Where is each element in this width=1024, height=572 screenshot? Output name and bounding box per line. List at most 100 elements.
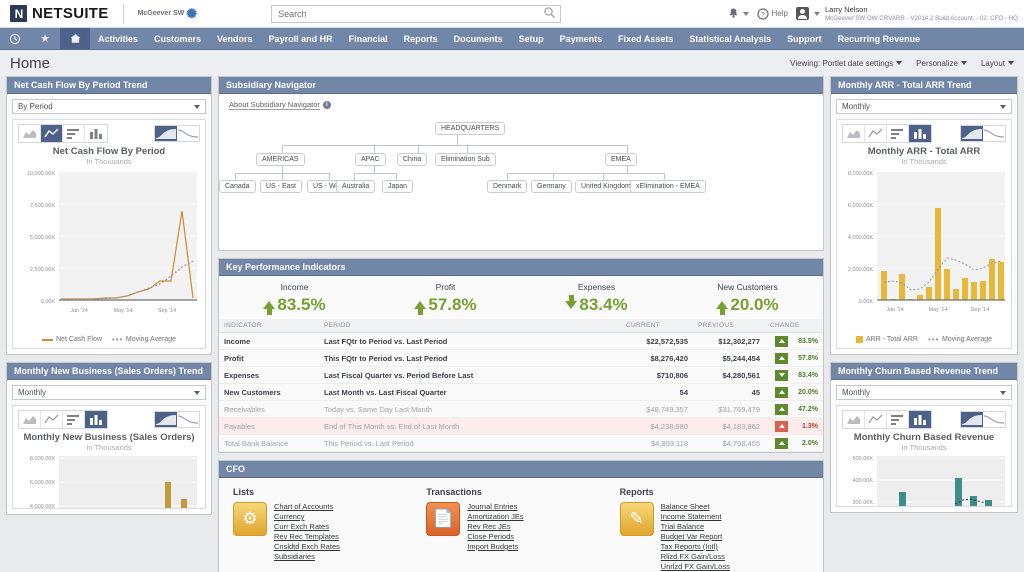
nav-item-customers[interactable]: Customers (146, 28, 209, 49)
nav-item-payments[interactable]: Payments (552, 28, 611, 49)
chart-style-toggle[interactable] (960, 125, 1006, 142)
table-row[interactable]: Receivables Today vs. Same Day Last Mont… (219, 401, 823, 418)
table-row[interactable]: Income Last FQtr to Period vs. Last Peri… (219, 333, 823, 350)
chart-type-area-icon[interactable] (843, 125, 865, 142)
chart-type-line-icon[interactable] (865, 411, 887, 428)
gears-icon[interactable]: ⚙ (233, 502, 267, 536)
personalize-menu[interactable]: Personalize (916, 59, 967, 68)
chart-type-area-icon[interactable] (19, 411, 41, 428)
chart-type-line-icon[interactable] (41, 411, 63, 428)
global-search[interactable] (271, 4, 561, 23)
chart-style-filled-icon[interactable] (961, 126, 983, 141)
cfo-link[interactable]: Tax Reports (Intl) (661, 542, 730, 552)
net-cash-flow-period-select[interactable]: By Period (12, 99, 206, 114)
nav-item-reports[interactable]: Reports (396, 28, 446, 49)
org-node-emea[interactable]: EMEA (605, 153, 637, 166)
search-icon[interactable] (543, 6, 556, 24)
chart-type-hbar-icon[interactable] (63, 411, 85, 428)
chart-style-filled-icon[interactable] (155, 126, 177, 141)
org-node-germany[interactable]: Germany (531, 180, 572, 193)
cfo-link[interactable]: Currency (274, 512, 340, 522)
cfo-link[interactable]: Trial Balance (661, 522, 730, 532)
chart-type-hbar-icon[interactable] (887, 411, 909, 428)
nav-item-payroll-and-hr[interactable]: Payroll and HR (261, 28, 341, 49)
chart-style-toggle[interactable] (960, 411, 1006, 428)
cfo-link[interactable]: Rev Rec JEs (467, 522, 523, 532)
chart-type-column-icon[interactable] (85, 125, 107, 142)
chart-style-outline-icon[interactable] (983, 126, 1005, 141)
chart-style-outline-icon[interactable] (177, 412, 199, 427)
table-row[interactable]: Expenses Last Fiscal Quarter vs. Period … (219, 367, 823, 384)
table-row[interactable]: New Customers Last Month vs. Last Fiscal… (219, 384, 823, 401)
nav-item-statistical-analysis[interactable]: Statistical Analysis (681, 28, 779, 49)
cfo-link[interactable]: Balance Sheet (661, 502, 730, 512)
cfo-link[interactable]: Amortization JEs (467, 512, 523, 522)
recent-icon[interactable] (0, 28, 30, 49)
cfo-link[interactable]: Chart of Accounts (274, 502, 340, 512)
chart-type-hbar-icon[interactable] (63, 125, 85, 142)
chart-type-line-icon[interactable] (865, 125, 887, 142)
org-node-japan[interactable]: Japan (382, 180, 413, 193)
user-menu[interactable]: Larry Nelson McGeever SW OW CRVARR - V20… (796, 5, 1018, 23)
chart-style-outline-icon[interactable] (177, 126, 199, 141)
nav-item-recurring-revenue[interactable]: Recurring Revenue (830, 28, 929, 49)
new-business-period-select[interactable]: Monthly (12, 385, 206, 400)
chart-type-column-icon[interactable] (85, 411, 107, 428)
org-node-us-east[interactable]: US - East (260, 180, 302, 193)
org-node-canada[interactable]: Canada (219, 180, 256, 193)
notifications-menu[interactable] (727, 7, 749, 20)
org-node-denmark[interactable]: Denmark (487, 180, 527, 193)
chart-style-outline-icon[interactable] (983, 412, 1005, 427)
chart-style-toggle[interactable] (154, 411, 200, 428)
table-row[interactable]: Payables End of This Month vs. End of La… (219, 418, 823, 435)
cfo-link[interactable]: Subsidiaries (274, 552, 340, 562)
cfo-link[interactable]: Unrlzd FX Gain/Loss (661, 562, 730, 572)
nav-item-fixed-assets[interactable]: Fixed Assets (610, 28, 681, 49)
cfo-link[interactable]: Import Budgets (467, 542, 523, 552)
chart-type-hbar-icon[interactable] (887, 125, 909, 142)
cfo-link[interactable]: Rlizd FX Gain/Loss (661, 552, 730, 562)
about-subsidiary-navigator-link[interactable]: About Subsidiary Navigator i (219, 94, 823, 110)
nav-item-documents[interactable]: Documents (446, 28, 511, 49)
help-menu[interactable]: ? Help (757, 8, 788, 20)
table-row[interactable]: Total Bank Balance This Period vs. Last … (219, 435, 823, 452)
org-node-elimination-sub[interactable]: Elimination Sub (435, 153, 496, 166)
chart-type-area-icon[interactable] (843, 411, 865, 428)
churn-period-select[interactable]: Monthly (836, 385, 1012, 400)
table-row[interactable]: Profit This FQtr to Period vs. Last Peri… (219, 350, 823, 367)
cfo-link[interactable]: Budget Var Report (661, 532, 730, 542)
org-node-xelimination-emea[interactable]: xElimination - EMEA (630, 180, 706, 193)
nav-item-support[interactable]: Support (779, 28, 830, 49)
arr-period-select[interactable]: Monthly (836, 99, 1012, 114)
search-input[interactable] (271, 5, 561, 23)
chart-type-line-icon[interactable] (41, 125, 63, 142)
org-node-apac[interactable]: APAC (355, 153, 386, 166)
shortcuts-star-icon[interactable]: ★ (30, 28, 60, 49)
checklist-pen-icon[interactable]: ✎ (620, 502, 654, 536)
layout-menu[interactable]: Layout (981, 59, 1014, 68)
viewing-portlet-date-settings[interactable]: Viewing: Portlet date settings (790, 59, 902, 68)
org-node-united-kingdom[interactable]: United Kingdom (575, 180, 637, 193)
org-node-australia[interactable]: Australia (336, 180, 375, 193)
org-node-china[interactable]: China (397, 153, 427, 166)
info-icon[interactable]: i (323, 101, 331, 109)
chart-style-filled-icon[interactable] (155, 412, 177, 427)
chart-type-column-icon[interactable] (909, 411, 931, 428)
chart-type-column-icon[interactable] (909, 125, 931, 142)
cfo-link[interactable]: Curr Exch Rates (274, 522, 340, 532)
org-node-americas[interactable]: AMERICAS (256, 153, 305, 166)
chart-type-area-icon[interactable] (19, 125, 41, 142)
documents-icon[interactable]: 📄 (426, 502, 460, 536)
home-icon[interactable] (60, 28, 90, 49)
org-node-headquarters[interactable]: HEADQUARTERS (435, 122, 505, 135)
nav-item-vendors[interactable]: Vendors (209, 28, 261, 49)
nav-item-activities[interactable]: Activities (90, 28, 146, 49)
cfo-link[interactable]: Journal Entries (467, 502, 523, 512)
chart-style-filled-icon[interactable] (961, 412, 983, 427)
nav-item-financial[interactable]: Financial (341, 28, 396, 49)
nav-item-setup[interactable]: Setup (511, 28, 552, 49)
cfo-link[interactable]: Close Periods (467, 532, 523, 542)
chart-style-toggle[interactable] (154, 125, 200, 142)
cfo-link[interactable]: Income Statement (661, 512, 730, 522)
cfo-link[interactable]: Cnsldtd Exch Rates (274, 542, 340, 552)
